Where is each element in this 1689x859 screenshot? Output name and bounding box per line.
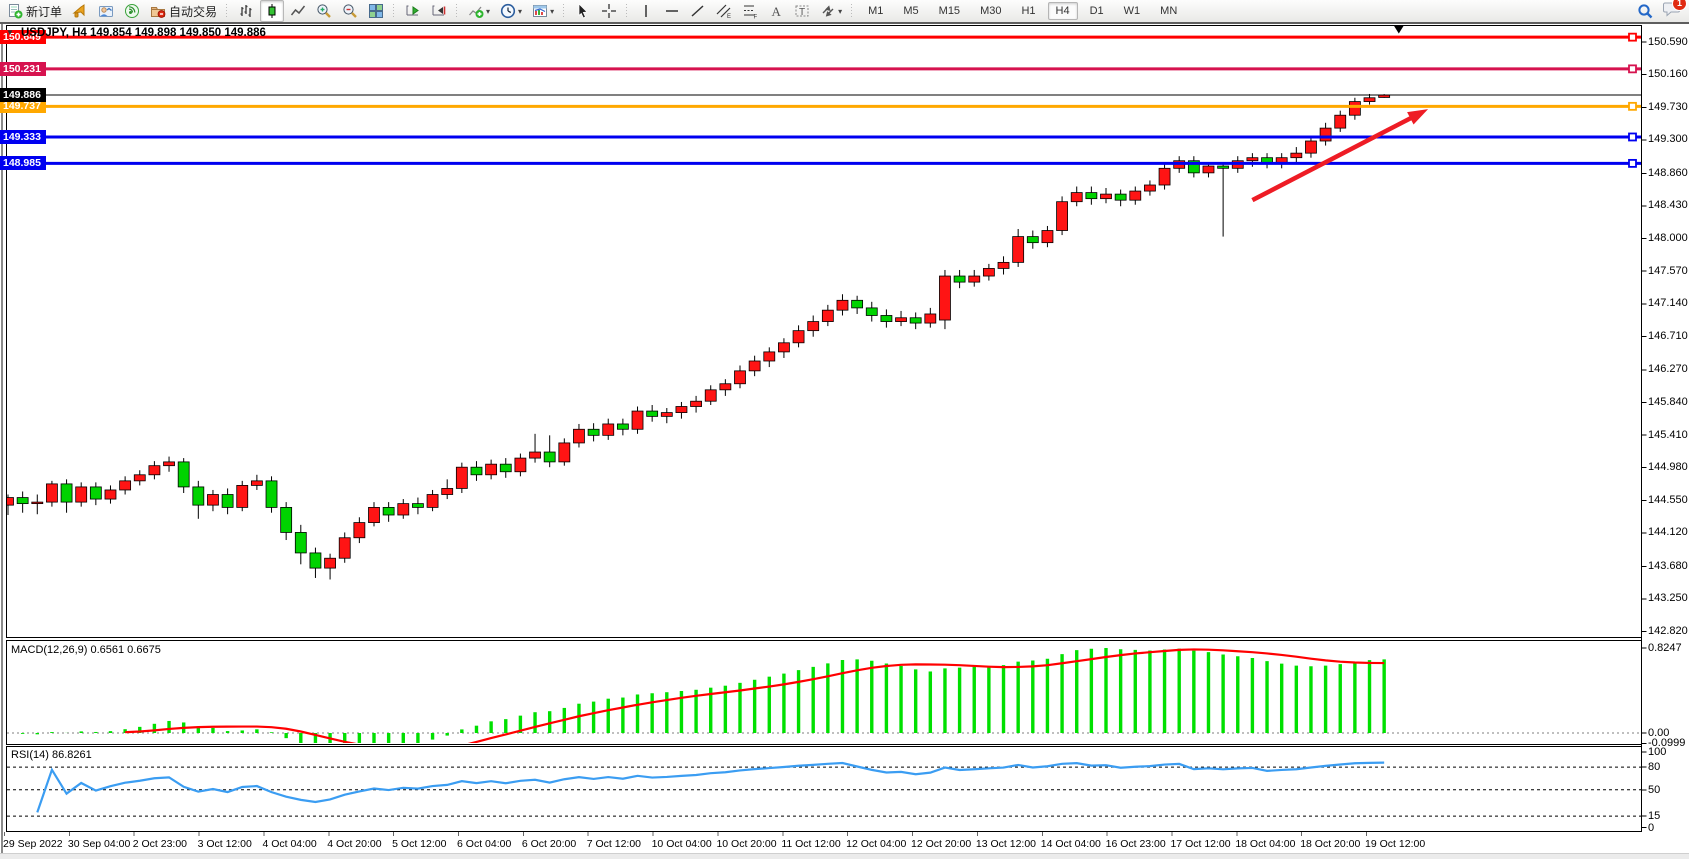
macd-indicator-label: MACD(12,26,9) 0.6561 0.6675 bbox=[11, 644, 161, 656]
line-handle[interactable] bbox=[1629, 103, 1636, 110]
line-handle[interactable] bbox=[1629, 65, 1636, 72]
chart-title: USDJPY, H4 149.854 149.898 149.850 149.8… bbox=[21, 27, 266, 39]
line-handle[interactable] bbox=[1629, 34, 1636, 41]
line-handle[interactable] bbox=[1629, 160, 1636, 167]
rsi-indicator-label: RSI(14) 86.8261 bbox=[11, 749, 92, 761]
window-menu-icon[interactable]: ▼ bbox=[6, 28, 14, 37]
line-handle[interactable] bbox=[1629, 133, 1636, 140]
chart-window[interactable]: 150.590150.160149.730149.300148.860148.4… bbox=[0, 0, 1689, 859]
window-bottom-strip bbox=[0, 853, 1689, 859]
mt4-terminal: 新订单 自动交易 bbox=[0, 0, 1689, 859]
chart-canvas[interactable] bbox=[0, 0, 1689, 859]
